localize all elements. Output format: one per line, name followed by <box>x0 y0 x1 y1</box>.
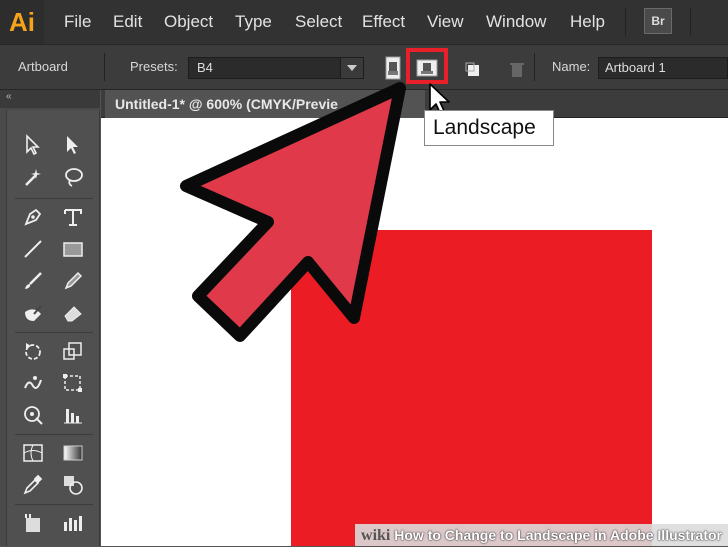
watermark-title: How to Change to Landscape in Adobe Illu… <box>394 527 722 543</box>
wiki-logo: wiki <box>361 527 391 544</box>
wikihow-watermark: wiki How to Change to Landscape in Adobe… <box>355 524 728 546</box>
annotation-arrow-icon <box>180 82 406 342</box>
